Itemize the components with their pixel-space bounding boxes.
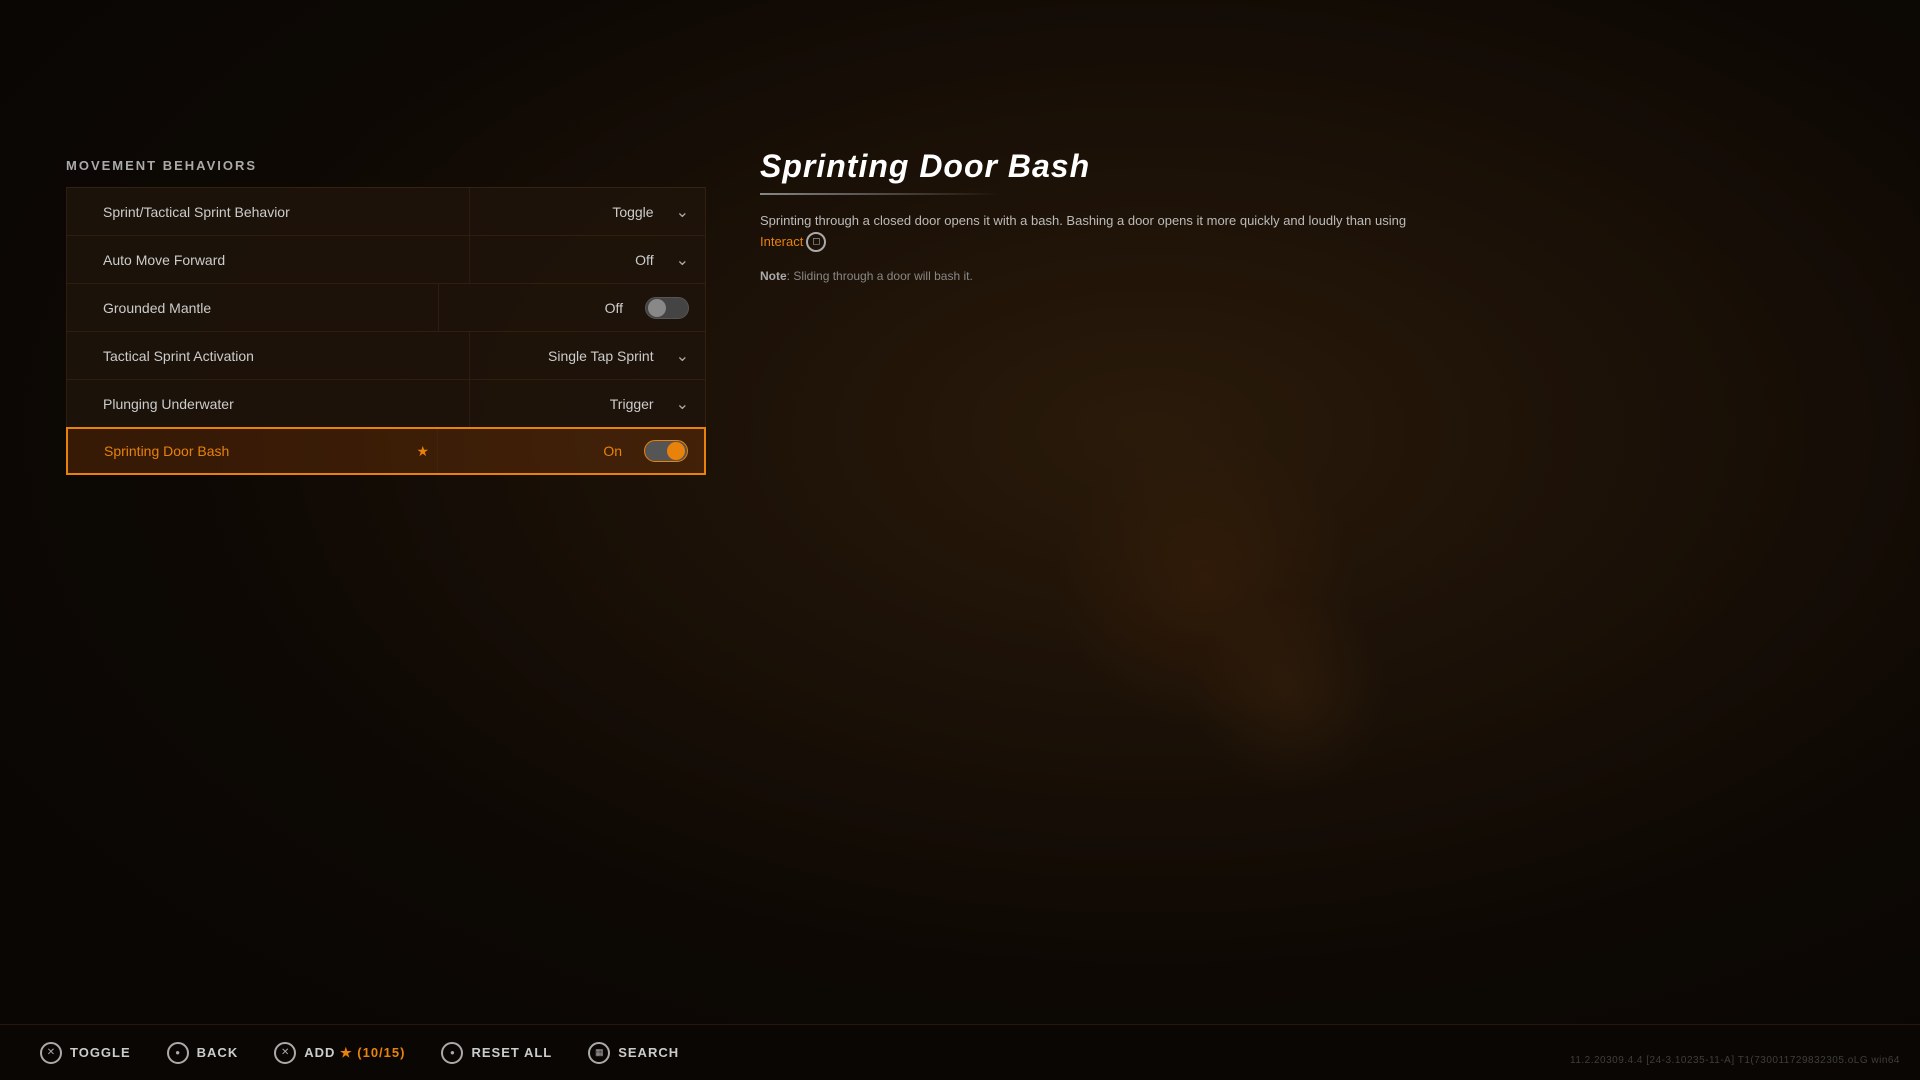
detail-description: Sprinting through a closed door opens it…: [760, 211, 1420, 253]
detail-panel: Sprinting Door Bash Sprinting through a …: [760, 148, 1420, 283]
interact-button-icon: ◻: [806, 232, 826, 252]
settings-row-tactical-sprint[interactable]: Tactical Sprint Activation Single Tap Sp…: [66, 331, 706, 379]
row-left: Sprint/Tactical Sprint Behavior: [67, 204, 469, 220]
grid-icon: ▦: [588, 1042, 610, 1064]
section-title: MOVEMENT BEHAVIORS: [66, 158, 706, 173]
detail-title: Sprinting Door Bash: [760, 148, 1420, 185]
row-left: Plunging Underwater: [67, 396, 469, 412]
row-value-auto-move: Off: [486, 252, 666, 268]
row-label-sprint-tactical: Sprint/Tactical Sprint Behavior: [85, 204, 469, 220]
add-btn-label: ADD ★ (10/15): [304, 1045, 405, 1061]
row-value-grounded-mantle: Off: [455, 300, 635, 316]
toggle-knob: [648, 299, 666, 317]
chevron-down-icon: ⌄: [676, 394, 689, 414]
description-text-before-link: Sprinting through a closed door opens it…: [760, 213, 1406, 228]
row-value-sprint-tactical: Toggle: [486, 204, 666, 220]
main-container: BLACK OPS 6 MOVEMENT ADVANCED SETTINGS M…: [0, 0, 1920, 1080]
toggle-knob: [667, 442, 685, 460]
star-count: ★ (10/15): [340, 1045, 405, 1060]
row-right-plunging-underwater: Trigger ⌄: [469, 380, 705, 427]
row-label-plunging-underwater: Plunging Underwater: [85, 396, 469, 412]
bg-spot-2: [1190, 594, 1390, 794]
x-icon-add: ✕: [274, 1042, 296, 1064]
toggle-sprinting-door-bash[interactable]: [644, 440, 688, 462]
row-left: Sprinting Door Bash ★: [68, 443, 437, 460]
row-left: Grounded Mantle: [67, 300, 438, 316]
row-value-sprinting-door-bash: On: [454, 443, 634, 459]
row-label-grounded-mantle: Grounded Mantle: [85, 300, 438, 316]
settings-row-sprint-tactical[interactable]: Sprint/Tactical Sprint Behavior Toggle ⌄: [66, 187, 706, 235]
detail-title-underline: [760, 193, 1000, 195]
settings-row-sprinting-door-bash[interactable]: Sprinting Door Bash ★ On: [66, 427, 706, 475]
chevron-down-icon: ⌄: [676, 346, 689, 366]
row-right-auto-move: Off ⌄: [469, 236, 705, 283]
toggle-button[interactable]: ✕ TOGGLE: [40, 1042, 131, 1064]
toggle-grounded-mantle[interactable]: [645, 297, 689, 319]
back-button[interactable]: ● BACK: [167, 1042, 239, 1064]
row-value-plunging-underwater: Trigger: [486, 396, 666, 412]
version-text: 11.2.20309.4.4 [24-3.10235-11-A] T1(7300…: [1570, 1055, 1900, 1066]
settings-list: Sprint/Tactical Sprint Behavior Toggle ⌄…: [66, 187, 706, 475]
row-right-tactical-sprint: Single Tap Sprint ⌄: [469, 332, 705, 379]
row-right-sprinting-door-bash: On: [437, 429, 704, 473]
search-button[interactable]: ▦ SEARCH: [588, 1042, 679, 1064]
row-left: Auto Move Forward: [67, 252, 469, 268]
settings-panel: MOVEMENT BEHAVIORS Sprint/Tactical Sprin…: [66, 158, 706, 475]
settings-row-plunging-underwater[interactable]: Plunging Underwater Trigger ⌄: [66, 379, 706, 427]
add-button[interactable]: ✕ ADD ★ (10/15): [274, 1042, 405, 1064]
row-label-sprinting-door-bash: Sprinting Door Bash: [86, 443, 416, 459]
circle-icon-reset: ●: [441, 1042, 463, 1064]
detail-note: Note: Sliding through a door will bash i…: [760, 269, 1420, 283]
row-value-tactical-sprint: Single Tap Sprint: [486, 348, 666, 364]
row-left: Tactical Sprint Activation: [67, 348, 469, 364]
row-label-tactical-sprint: Tactical Sprint Activation: [85, 348, 469, 364]
note-label: Note: [760, 269, 787, 283]
x-icon: ✕: [40, 1042, 62, 1064]
reset-all-button[interactable]: ● RESET ALL: [441, 1042, 552, 1064]
star-icon: ★: [416, 443, 429, 460]
search-btn-label: SEARCH: [618, 1045, 679, 1060]
back-btn-label: BACK: [197, 1045, 239, 1060]
interact-link: Interact: [760, 234, 803, 249]
row-label-auto-move: Auto Move Forward: [85, 252, 469, 268]
row-right-grounded-mantle: Off: [438, 284, 705, 331]
circle-icon: ●: [167, 1042, 189, 1064]
settings-row-grounded-mantle[interactable]: Grounded Mantle Off: [66, 283, 706, 331]
settings-row-auto-move[interactable]: Auto Move Forward Off ⌄: [66, 235, 706, 283]
chevron-down-icon: ⌄: [676, 202, 689, 222]
row-right-sprint-tactical: Toggle ⌄: [469, 188, 705, 235]
note-text: Sliding through a door will bash it.: [793, 269, 972, 283]
chevron-down-icon: ⌄: [676, 250, 689, 270]
reset-all-btn-label: RESET ALL: [471, 1045, 552, 1060]
toggle-btn-label: TOGGLE: [70, 1045, 131, 1060]
bottom-bar: ✕ TOGGLE ● BACK ✕ ADD ★ (10/15) ● RESET …: [0, 1024, 1920, 1080]
